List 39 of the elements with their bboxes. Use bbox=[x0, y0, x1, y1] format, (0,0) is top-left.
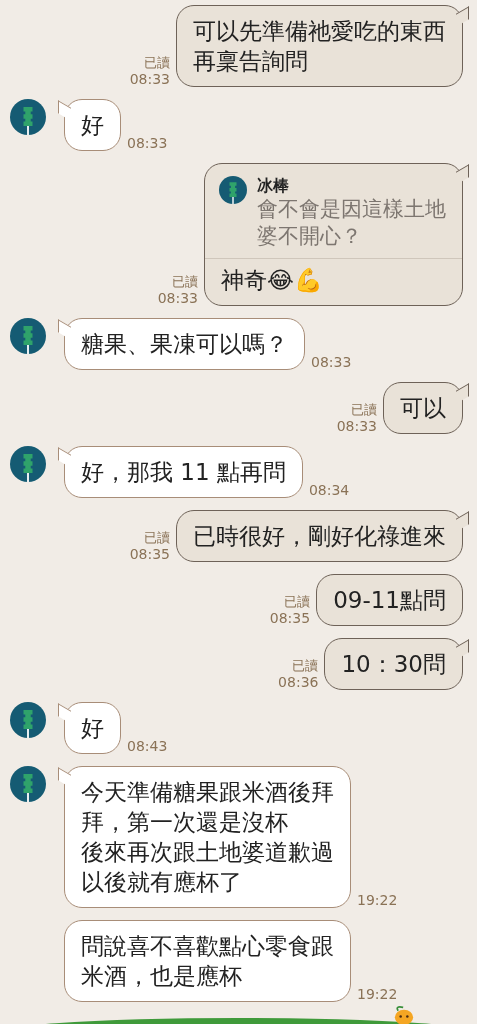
message-time: 08:43 bbox=[127, 738, 168, 754]
avatar-icon[interactable] bbox=[10, 766, 46, 802]
read-receipt: 已讀 bbox=[144, 55, 170, 71]
message-text: 糖果、果凍可以嗎？ bbox=[81, 330, 288, 359]
read-receipt: 已讀 bbox=[292, 658, 319, 674]
reply-sender-name: 冰棒 bbox=[257, 176, 290, 196]
message-text: 可以先準備祂愛吃的東西再稟告詢問 bbox=[193, 17, 446, 76]
message-text: 神奇😂💪 bbox=[220, 266, 324, 295]
message-time: 08:33 bbox=[311, 354, 352, 370]
message-text: 後來再次跟土地婆道歉過以後就有應杯了 bbox=[81, 838, 334, 897]
read-receipt: 已讀 bbox=[284, 594, 311, 610]
message-time: 08:35 bbox=[269, 610, 311, 626]
avatar-icon[interactable] bbox=[10, 318, 46, 354]
message-text: 可以 bbox=[400, 394, 446, 423]
avatar-icon[interactable] bbox=[10, 446, 46, 482]
read-receipt: 已讀 bbox=[172, 274, 198, 290]
read-receipt: 已讀 bbox=[351, 402, 377, 418]
message-time: 08:33 bbox=[129, 71, 170, 87]
avatar-icon[interactable] bbox=[10, 99, 46, 135]
avatar-icon[interactable] bbox=[10, 702, 46, 738]
message-time: 19:22 bbox=[357, 986, 398, 1002]
message-time: 08:33 bbox=[157, 290, 198, 306]
message-text: 好 bbox=[81, 714, 104, 743]
message-time: 08:35 bbox=[129, 546, 170, 562]
message-time: 19:22 bbox=[357, 892, 398, 908]
avatar-icon bbox=[219, 176, 247, 204]
message-text: 10：30問 bbox=[341, 650, 446, 679]
read-receipt: 已讀 bbox=[144, 530, 170, 546]
message-time: 08:36 bbox=[278, 674, 319, 690]
message-text: 今天準備糖果跟米酒後拜拜，第一次還是沒杯 bbox=[81, 778, 334, 837]
message-time: 08:33 bbox=[127, 135, 168, 151]
message-text: 09-11點問 bbox=[333, 586, 446, 615]
message-text: 已時很好，剛好化祿進來 bbox=[193, 522, 446, 551]
message-time: 08:33 bbox=[336, 418, 377, 434]
message-text: 好 bbox=[81, 111, 104, 140]
message-text: 好，那我 11 點再問 bbox=[81, 458, 286, 487]
message-time: 08:34 bbox=[308, 482, 350, 498]
message-text: 問說喜不喜歡點心零食跟米酒，也是應杯 bbox=[81, 932, 334, 991]
quoted-message: 會不會是因這樣土地婆不開心？ bbox=[257, 196, 446, 250]
